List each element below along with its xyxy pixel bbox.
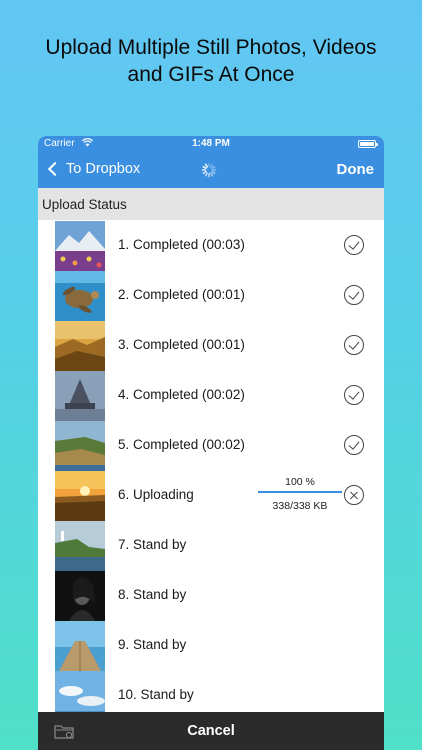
upload-row[interactable]: 6. Uploading 100 % 338/338 KB: [38, 470, 384, 521]
upload-row[interactable]: 3. Completed (00:01): [38, 320, 384, 371]
headline-line-2: and GIFs At Once: [127, 63, 295, 86]
upload-status-label: 9. Stand by: [118, 637, 187, 652]
phone-screen: Carrier 1:48 PM To Dropbox Done Upload S…: [38, 136, 384, 750]
thumbnail-image: [55, 271, 105, 321]
done-button[interactable]: Done: [337, 161, 375, 178]
thumbnail-image: [55, 471, 105, 521]
thumbnail-image: [55, 621, 105, 671]
upload-row[interactable]: 5. Completed (00:02): [38, 420, 384, 471]
thumbnail-image: [55, 371, 105, 421]
upload-status-label: 3. Completed (00:01): [118, 337, 245, 352]
progress-bar: [258, 491, 342, 493]
battery-icon: [358, 140, 378, 148]
chevron-left-icon: [47, 161, 63, 177]
thumbnail-image: [55, 571, 105, 621]
upload-status-label: 7. Stand by: [118, 537, 187, 552]
back-to-dropbox-button[interactable]: To Dropbox: [47, 161, 140, 177]
upload-status-label: 5. Completed (00:02): [118, 437, 245, 452]
thumbnail-image: [55, 321, 105, 371]
section-header: Upload Status: [38, 188, 384, 220]
upload-status-label: 8. Stand by: [118, 587, 187, 602]
checkmark-circle-icon: [344, 385, 364, 405]
upload-row[interactable]: 9. Stand by: [38, 620, 384, 671]
thumbnail-image: [55, 421, 105, 471]
navigation-bar: To Dropbox Done: [38, 152, 384, 188]
back-button-label: To Dropbox: [66, 161, 141, 177]
clock: 1:48 PM: [192, 138, 230, 149]
headline-line-1: Upload Multiple Still Photos, Videos: [45, 36, 377, 59]
bottom-toolbar: Cancel: [38, 712, 384, 750]
upload-row[interactable]: 7. Stand by: [38, 520, 384, 571]
upload-status-label: 4. Completed (00:02): [118, 387, 245, 402]
upload-status-label: 1. Completed (00:03): [118, 237, 245, 252]
checkmark-circle-icon: [344, 285, 364, 305]
upload-row[interactable]: 8. Stand by: [38, 570, 384, 621]
upload-row[interactable]: 1. Completed (00:03): [38, 220, 384, 271]
status-bar: Carrier 1:48 PM: [38, 136, 384, 152]
thumbnail-image: [55, 221, 105, 271]
upload-status-label: 6. Uploading: [118, 487, 194, 502]
checkmark-circle-icon: [344, 335, 364, 355]
thumbnail-image: [55, 521, 105, 571]
progress-bar-fill: [258, 491, 342, 493]
cancel-upload-icon[interactable]: [344, 485, 364, 505]
upload-status-label: 2. Completed (00:01): [118, 287, 245, 302]
transfer-size: 338/338 KB: [272, 500, 328, 512]
upload-list: 1. Completed (00:03) 2. Completed (00:01)…: [38, 220, 384, 721]
headline: Upload Multiple Still Photos, Videos and…: [0, 34, 422, 88]
activity-spinner-icon: [201, 162, 217, 178]
upload-row[interactable]: 4. Completed (00:02): [38, 370, 384, 421]
checkmark-circle-icon: [344, 435, 364, 455]
upload-row[interactable]: 2. Completed (00:01): [38, 270, 384, 321]
cancel-button[interactable]: Cancel: [38, 712, 384, 750]
progress-percent: 100 %: [285, 476, 315, 488]
folder-icon[interactable]: [54, 724, 74, 739]
checkmark-circle-icon: [344, 235, 364, 255]
